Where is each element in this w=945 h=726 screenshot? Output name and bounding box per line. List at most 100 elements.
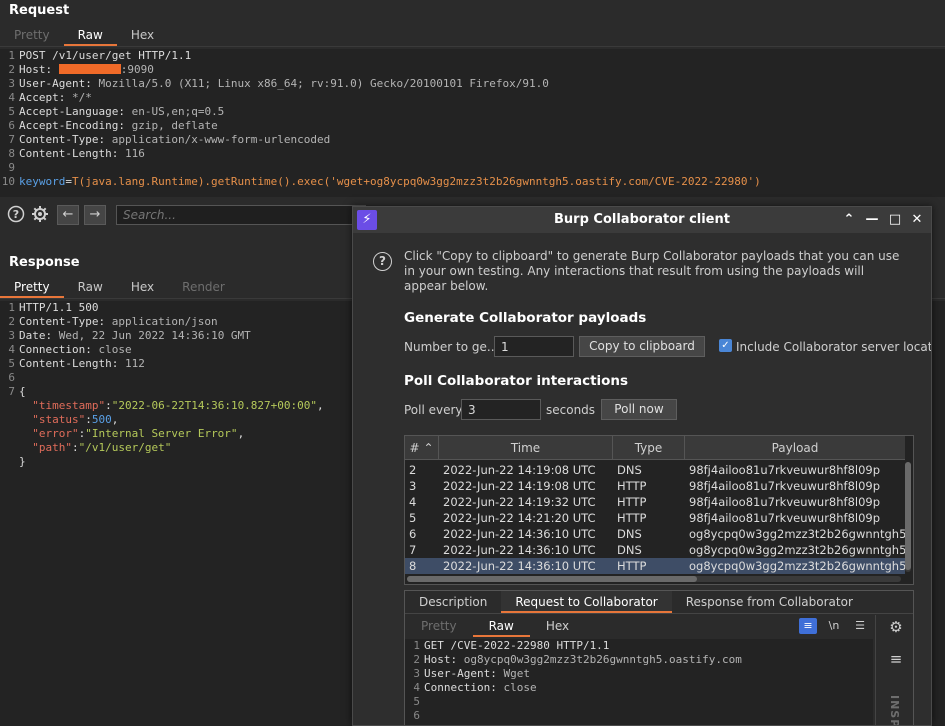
close-icon[interactable]: ✕ — [908, 210, 926, 230]
line-number — [0, 455, 19, 469]
poll-now-button[interactable]: Poll now — [601, 399, 677, 420]
arrow-left-icon[interactable]: ← — [57, 205, 79, 225]
collaborator-titlebar[interactable]: ⚡ Burp Collaborator client ⌃ — □ ✕ — [353, 207, 931, 233]
response-tab-pretty[interactable]: Pretty — [0, 276, 64, 298]
table-cell-type: HTTP — [617, 495, 647, 509]
code-token: "2022-06-22T14:36:10.827+00:00" — [111, 399, 318, 412]
table-cell-type: HTTP — [617, 559, 647, 573]
code-token: Content-Length: — [19, 357, 125, 370]
table-row[interactable]: 4 2022-Jun-22 14:19:32 UTC HTTP 98fj4ailoo8… — [405, 494, 905, 510]
request-tab-pretty[interactable]: Pretty — [0, 24, 64, 46]
code-token: Content-Length: — [19, 147, 125, 160]
menu-icon[interactable]: ≡ — [886, 649, 906, 669]
poll-interval-field[interactable] — [461, 399, 541, 420]
line-text: HTTP/1.1 500 — [19, 301, 98, 315]
line-text: Connection: close — [19, 343, 132, 357]
collaborator-request-editor[interactable]: 1 GET /CVE-2022-22980 HTTP/1.1 2 Host: og8y… — [405, 639, 873, 725]
line-text: Content-Length: 116 — [19, 147, 145, 161]
response-tab-raw[interactable]: Raw — [64, 276, 117, 298]
number-field[interactable] — [494, 336, 574, 357]
response-tab-render[interactable]: Render — [168, 276, 239, 298]
gear-icon[interactable]: ⚙ — [886, 617, 906, 637]
column-header-type[interactable]: Type — [613, 436, 685, 460]
request-tab-hex[interactable]: Hex — [117, 24, 168, 46]
code-token: = — [65, 175, 72, 188]
inspector-label[interactable]: INSPE — [888, 695, 901, 725]
request-editor[interactable]: 1 POST /v1/user/get HTTP/1.1 2 Host: :9090 3… — [0, 49, 945, 197]
code-token: Host: — [424, 653, 464, 666]
code-token: : — [105, 399, 112, 412]
search-input[interactable] — [116, 205, 366, 225]
arrow-right-icon[interactable]: → — [84, 205, 106, 225]
line-text: { — [19, 385, 26, 399]
line-number: 6 — [8, 119, 15, 132]
code-token: gzip, deflate — [131, 119, 218, 132]
include-server-checkbox[interactable]: ✓ — [719, 339, 732, 352]
copy-to-clipboard-button[interactable]: Copy to clipboard — [579, 336, 705, 357]
table-horizontal-scrollbar[interactable] — [407, 576, 901, 582]
help-icon[interactable]: ? — [6, 205, 26, 225]
chevron-up-icon[interactable]: ⌃ — [840, 210, 858, 230]
code-token: User-Agent: — [19, 77, 99, 90]
request-line: 3 User-Agent: Mozilla/5.0 (X11; Linux x86… — [0, 77, 945, 91]
table-cell-payload: 98fj4ailoo81u7rkveuwur8hf8l09p — [689, 495, 881, 509]
include-server-label: Include Collaborator server locat — [736, 340, 932, 354]
line-number: 6 — [413, 709, 420, 722]
table-cell-type: DNS — [617, 527, 642, 541]
table-header: # ⌃ Time Type Payload — [405, 436, 905, 460]
request-tab-raw[interactable]: Raw — [63, 24, 117, 46]
collab-request-line: 5 — [405, 695, 873, 709]
line-text: GET /CVE-2022-22980 HTTP/1.1 — [424, 639, 609, 653]
code-token: :9090 — [120, 63, 154, 76]
vertical-scroll-thumb[interactable] — [905, 462, 911, 570]
newline-toggle[interactable]: \n — [825, 618, 843, 634]
response-title: Response — [9, 255, 80, 270]
code-token: : — [85, 413, 92, 426]
gear-icon[interactable] — [30, 205, 50, 225]
request-line: 9 — [0, 161, 945, 175]
table-cell-num: 4 — [409, 495, 417, 509]
code-token: Accept-Encoding: — [19, 119, 132, 132]
code-token: "path" — [32, 441, 72, 454]
help-icon[interactable]: ? — [373, 252, 392, 271]
response-tab-hex[interactable]: Hex — [117, 276, 168, 298]
interactions-table[interactable]: # ⌃ Time Type Payload 2 2022-Jun-22 14:19… — [404, 435, 914, 585]
detail-subtab-pretty[interactable]: Pretty — [405, 615, 473, 637]
minimize-icon[interactable]: — — [863, 210, 881, 230]
number-label: Number to ge... — [404, 340, 499, 354]
detail-subtab-raw[interactable]: Raw — [472, 615, 530, 637]
code-token: Content-Type: — [19, 315, 112, 328]
detail-tab-request-to-collaborator[interactable]: Request to Collaborator — [501, 591, 672, 613]
horizontal-scroll-thumb[interactable] — [407, 576, 697, 582]
table-cell-time: 2022-Jun-22 14:19:08 UTC — [443, 463, 596, 477]
wrap-lines-icon[interactable]: ≡ — [799, 618, 817, 634]
line-text: User-Agent: Mozilla/5.0 (X11; Linux x86_… — [19, 77, 549, 91]
column-header-payload[interactable]: Payload — [685, 436, 905, 460]
detail-subtab-hex[interactable]: Hex — [530, 615, 585, 637]
line-number: 4 — [8, 343, 15, 356]
line-text: Accept-Encoding: gzip, deflate — [19, 119, 218, 133]
table-row[interactable]: 7 2022-Jun-22 14:36:10 UTC DNS og8ycpq0w3gg… — [405, 542, 905, 558]
line-number: 6 — [8, 371, 15, 384]
line-number: 5 — [413, 695, 420, 708]
code-token: Host: — [19, 63, 59, 76]
table-cell-type: HTTP — [617, 511, 647, 525]
table-row[interactable]: 8 2022-Jun-22 14:36:10 UTC HTTP og8ycpq0w3g… — [405, 558, 905, 574]
column-header-time[interactable]: Time — [439, 436, 613, 460]
menu-icon[interactable]: ☰ — [851, 618, 869, 634]
table-row[interactable]: 2 2022-Jun-22 14:19:08 UTC DNS 98fj4ailoo81… — [405, 462, 905, 478]
column-header-number[interactable]: # ⌃ — [405, 436, 439, 460]
table-row[interactable]: 3 2022-Jun-22 14:19:08 UTC HTTP 98fj4ailoo8… — [405, 478, 905, 494]
line-number: 2 — [8, 315, 15, 328]
table-row[interactable]: 6 2022-Jun-22 14:36:10 UTC DNS og8ycpq0w3gg… — [405, 526, 905, 542]
maximize-icon[interactable]: □ — [886, 210, 904, 230]
table-row[interactable]: 5 2022-Jun-22 14:21:20 UTC HTTP 98fj4ailoo8… — [405, 510, 905, 526]
request-tabs: Pretty Raw Hex — [0, 24, 168, 46]
table-vertical-scrollbar[interactable] — [905, 462, 911, 572]
line-number: 4 — [413, 681, 420, 694]
table-cell-payload: 98fj4ailoo81u7rkveuwur8hf8l09p — [689, 463, 881, 477]
detail-tab-response-from-collaborator[interactable]: Response from Collaborator — [672, 591, 867, 613]
detail-tab-description[interactable]: Description — [405, 591, 501, 613]
